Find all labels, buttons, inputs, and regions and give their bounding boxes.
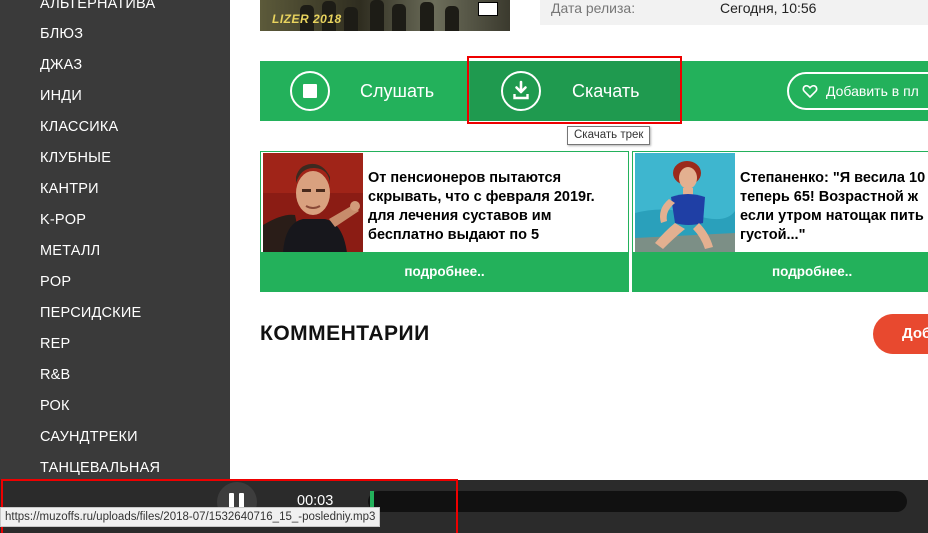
ad-text: Степаненко: "Я весила 10 теперь 65! Возр…: [740, 169, 925, 245]
add-comment-button[interactable]: Доб: [873, 314, 928, 354]
genre-link-indie[interactable]: ИНДИ: [40, 87, 82, 105]
genre-link-classical[interactable]: КЛАССИКА: [40, 118, 118, 136]
stop-icon: [290, 71, 330, 111]
ad-text-line: бесплатно выдают по 5: [368, 227, 540, 243]
genre-link-kpop[interactable]: K-POP: [40, 211, 86, 229]
listen-label: Слушать: [360, 81, 435, 101]
comments-heading: КОММЕНТАРИИ: [260, 322, 430, 345]
genre-link-rep[interactable]: REP: [40, 335, 70, 353]
track-action-bar: Слушать Скачать Добавить в пл: [260, 61, 928, 121]
genre-link-club[interactable]: КЛУБНЫЕ: [40, 149, 111, 167]
ad-text-line: скрывать, что с февраля 2019г.: [368, 189, 595, 205]
ad-more-link[interactable]: подробнее..: [261, 252, 628, 291]
genre-link-metal[interactable]: МЕТАЛЛ: [40, 242, 100, 260]
genre-link-dance[interactable]: ТАНЦЕВАЛЬНАЯ: [40, 459, 160, 477]
download-button[interactable]: Скачать: [470, 61, 680, 121]
ad-text-line: Степаненко: "Я весила 10: [740, 170, 926, 186]
ad-text-line: для лечения суставов им: [368, 208, 552, 224]
release-date-value: Сегодня, 10:56: [720, 0, 817, 16]
add-to-playlist-label: Добавить в пл: [826, 83, 919, 99]
download-tooltip: Скачать трек: [567, 126, 651, 145]
album-cover: LIZER 2018: [260, 0, 510, 31]
genre-link-rnb[interactable]: R&B: [40, 366, 70, 384]
ad-text-line: если утром натощак пить: [740, 208, 924, 224]
genre-link-alternative[interactable]: АЛЬТЕРНАТИВА: [40, 0, 155, 13]
ad-card[interactable]: От пенсионеров пытаются скрывать, что с …: [260, 151, 629, 292]
ad-card[interactable]: Степаненко: "Я весила 10 теперь 65! Возр…: [632, 151, 928, 292]
ad-text: От пенсионеров пытаются скрывать, что с …: [368, 169, 595, 245]
genre-link-jazz[interactable]: ДЖАЗ: [40, 56, 82, 74]
add-to-playlist-button[interactable]: Добавить в пл: [787, 72, 928, 110]
download-icon: [501, 71, 541, 111]
ad-image: [635, 153, 735, 253]
ad-text-line: теперь 65! Возрастной ж: [740, 189, 919, 205]
status-bar-url: https://muzoffs.ru/uploads/files/2018-07…: [0, 507, 381, 527]
ad-image: [263, 153, 363, 253]
genre-link-pop[interactable]: POP: [40, 273, 71, 291]
genre-link-country[interactable]: КАНТРИ: [40, 180, 99, 198]
listen-button[interactable]: Слушать: [260, 61, 470, 121]
genre-link-blues[interactable]: БЛЮЗ: [40, 25, 83, 43]
heart-icon: [802, 84, 818, 98]
ad-more-link[interactable]: подробнее..: [633, 252, 928, 291]
release-date-label: Дата релиза:: [551, 0, 636, 16]
genre-link-persian[interactable]: ПЕРСИДСКИЕ: [40, 304, 141, 322]
genre-sidebar: АЛЬТЕРНАТИВА БЛЮЗ ДЖАЗ ИНДИ КЛАССИКА КЛУ…: [0, 0, 230, 480]
genre-link-soundtracks[interactable]: САУНДТРЕКИ: [40, 428, 138, 446]
cover-caption: LIZER 2018: [272, 12, 342, 26]
parental-advisory-icon: [478, 2, 498, 16]
genre-link-rock[interactable]: РОК: [40, 397, 70, 415]
ad-text-line: От пенсионеров пытаются: [368, 170, 562, 186]
download-label: Скачать: [572, 81, 640, 101]
ad-text-line: густой...": [740, 227, 806, 243]
progress-bar[interactable]: [368, 491, 907, 512]
